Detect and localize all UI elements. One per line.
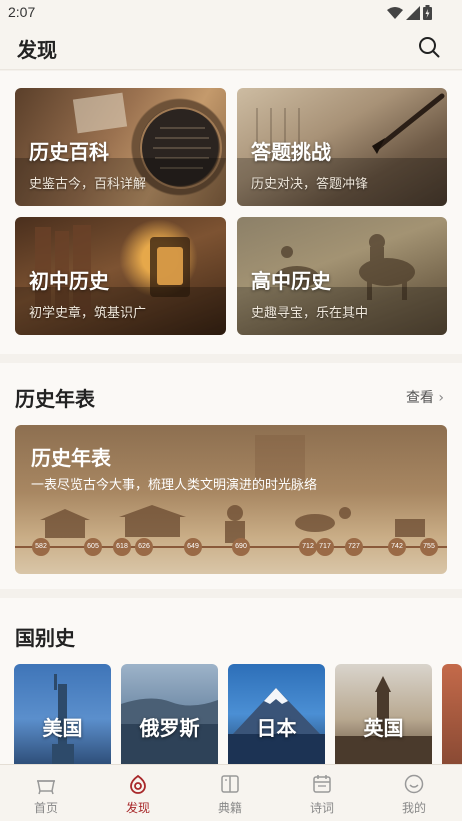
timeline-banner[interactable]: 历史年表 一表尽览古今大事，梳理人类文明演进的时光脉络 582 605 618 626…: [15, 425, 447, 574]
view-timeline-link[interactable]: 查看 ›: [406, 387, 444, 407]
signal-icon: [406, 5, 420, 20]
card-senior-history[interactable]: 高中历史 史趣寻宝，乐在其中: [237, 217, 447, 335]
card-title: 高中历史: [251, 269, 331, 293]
bottom-tabbar: 首页 发现 典籍 诗词 我的: [0, 764, 462, 821]
timeline-year-marker: 690: [232, 538, 250, 556]
discover-icon: [130, 774, 146, 794]
tab-label: 我的: [401, 801, 426, 815]
battery-icon: [423, 5, 432, 20]
country-card-russia[interactable]: 俄罗斯: [121, 664, 218, 764]
tab-label: 发现: [125, 801, 150, 815]
poetry-icon: [313, 775, 331, 793]
card-title: 答题挑战: [251, 140, 331, 164]
timeline-year-marker: 755: [420, 538, 438, 556]
country-card-uk[interactable]: 英国: [335, 664, 432, 764]
country-section-title: 国别史: [15, 626, 75, 650]
country-card-partial[interactable]: [442, 664, 462, 764]
view-label: 查看: [405, 390, 434, 406]
timeline-year-marker: 605: [84, 538, 102, 556]
status-time: 2:07: [8, 4, 36, 20]
card-subtitle: 历史对决，答题冲锋: [251, 177, 369, 192]
tab-classics[interactable]: 典籍: [184, 765, 276, 821]
book-icon: [221, 775, 239, 793]
banner-title: 历史年表: [31, 446, 111, 470]
timeline-axis: [15, 546, 447, 548]
timeline-section-title: 历史年表: [15, 387, 95, 411]
tab-label: 首页: [33, 801, 58, 815]
header: 发现: [0, 26, 462, 70]
country-name: 日本: [256, 716, 297, 740]
tab-home[interactable]: 首页: [0, 765, 92, 821]
profile-icon: [404, 774, 424, 794]
status-bar: 2:07: [0, 0, 462, 26]
timeline-year-marker: 712: [299, 538, 317, 556]
banner-subtitle: 一表尽览古今大事，梳理人类文明演进的时光脉络: [31, 478, 318, 493]
wifi-icon: [387, 6, 403, 19]
country-name: 美国: [42, 716, 83, 740]
country-name: 英国: [363, 716, 404, 740]
card-title: 历史百科: [29, 140, 109, 164]
card-junior-history[interactable]: 初中历史 初学史章，筑基识广: [15, 217, 226, 335]
search-icon[interactable]: [418, 36, 440, 58]
timeline-year-marker: 727: [345, 538, 363, 556]
country-card-usa[interactable]: 美国: [14, 664, 111, 764]
home-icon: [37, 780, 55, 795]
tab-label: 诗词: [309, 801, 334, 815]
chevron-right-icon: ›: [438, 390, 444, 406]
page-title: 发现: [17, 38, 57, 62]
tab-poetry[interactable]: 诗词: [276, 765, 368, 821]
status-icons: [387, 5, 432, 20]
tab-label: 典籍: [217, 801, 242, 815]
country-card-japan[interactable]: 日本: [228, 664, 325, 764]
timeline-year-marker: 742: [388, 538, 406, 556]
timeline-year-marker: 649: [184, 538, 202, 556]
card-history-encyclopedia[interactable]: 历史百科 史鉴古今，百科详解: [15, 88, 226, 206]
timeline-year-marker: 626: [135, 538, 153, 556]
card-subtitle: 初学史章，筑基识广: [29, 306, 147, 321]
card-subtitle: 史趣寻宝，乐在其中: [251, 306, 369, 321]
tab-profile[interactable]: 我的: [368, 765, 462, 821]
timeline-year-marker: 618: [113, 538, 131, 556]
tab-discover[interactable]: 发现: [92, 765, 184, 821]
timeline-year-marker: 717: [316, 538, 334, 556]
card-quiz-challenge[interactable]: 答题挑战 历史对决，答题冲锋: [237, 88, 447, 206]
timeline-year-marker: 582: [32, 538, 50, 556]
country-name: 俄罗斯: [139, 716, 200, 740]
card-title: 初中历史: [29, 269, 109, 293]
card-subtitle: 史鉴古今，百科详解: [29, 177, 147, 192]
